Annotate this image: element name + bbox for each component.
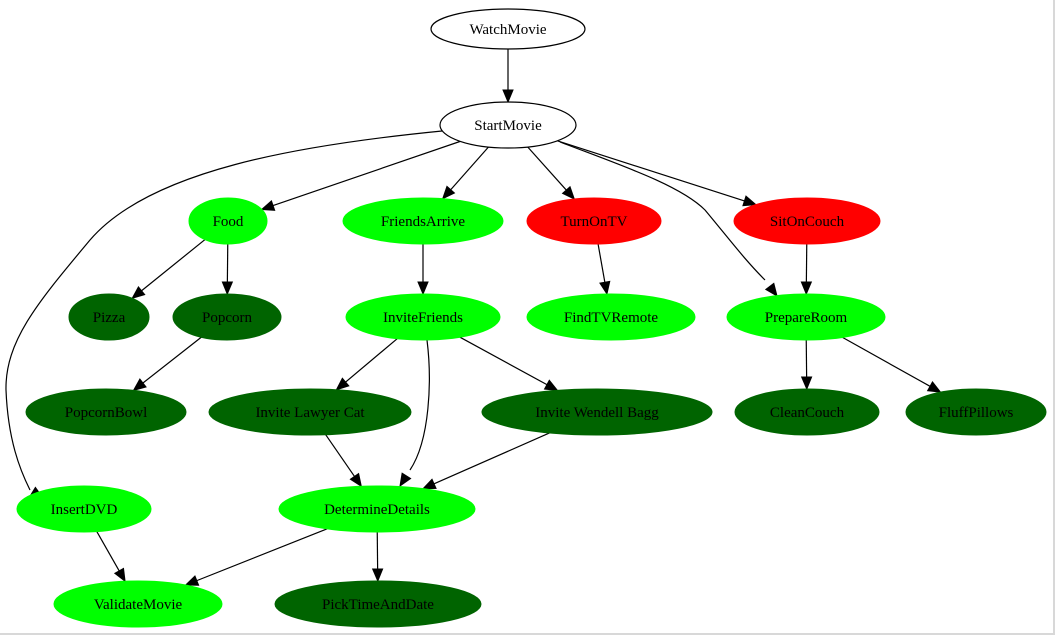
- node-label: PopcornBowl: [65, 405, 148, 421]
- node-invite-wendell-bagg[interactable]: Invite Wendell Bagg: [481, 388, 713, 436]
- node-label: StartMovie: [474, 118, 542, 134]
- node-label: CleanCouch: [770, 405, 845, 421]
- edge-line: [450, 146, 489, 191]
- edge-insert-dvd-to-validate-movie: [96, 531, 126, 583]
- arrowhead: [349, 472, 363, 488]
- node-determine-details[interactable]: DetermineDetails: [278, 485, 476, 533]
- node-label: ValidateMovie: [94, 597, 183, 613]
- edge-start-movie-to-friends-arrive: [441, 146, 489, 200]
- node-label: FriendsArrive: [381, 214, 465, 230]
- node-label: InsertDVD: [51, 502, 118, 518]
- node-label: Pizza: [93, 310, 126, 326]
- node-label: Popcorn: [202, 310, 252, 326]
- arrowhead: [371, 568, 384, 583]
- node-popcorn[interactable]: Popcorn: [172, 293, 282, 341]
- node-invite-lawyer-cat[interactable]: Invite Lawyer Cat: [208, 388, 412, 436]
- node-label: PickTimeAndDate: [322, 597, 434, 613]
- node-label: SitOnCouch: [770, 214, 845, 230]
- edge-line: [459, 336, 548, 386]
- arrowhead: [399, 472, 412, 488]
- node-turn-on-tv[interactable]: TurnOnTV: [526, 197, 662, 245]
- arrowhead: [113, 567, 126, 583]
- edge-line: [325, 434, 355, 477]
- edge-line: [557, 140, 745, 202]
- dependency-graph: WatchMovie StartMovie Food FriendsArrive Tur…: [5, 8, 1047, 628]
- node-label: PrepareRoom: [765, 310, 848, 326]
- edge-line: [345, 338, 398, 383]
- edge-sit-on-couch-to-prepare-room: [800, 243, 813, 296]
- edge-start-movie-to-turn-on-tv: [527, 146, 576, 200]
- node-label: Invite Wendell Bagg: [535, 405, 659, 421]
- edge-determine-details-to-pick-time-and-date: [371, 531, 384, 583]
- node-pizza[interactable]: Pizza: [68, 293, 150, 341]
- node-label: Food: [213, 214, 244, 230]
- edge-popcorn-to-popcorn-bowl: [132, 336, 202, 392]
- arrowhead: [184, 575, 200, 586]
- edge-food-to-pizza: [131, 239, 206, 300]
- arrowhead: [502, 89, 514, 104]
- node-invite-friends[interactable]: InviteFriends: [345, 293, 501, 341]
- arrowhead: [543, 379, 559, 392]
- edge-line: [527, 146, 567, 191]
- arrowhead: [764, 282, 778, 298]
- node-label: DetermineDetails: [324, 502, 430, 518]
- node-find-tvremote[interactable]: FindTVRemote: [526, 293, 696, 341]
- node-prepare-room[interactable]: PrepareRoom: [726, 293, 886, 341]
- arrowhead: [926, 381, 942, 393]
- edge-line: [842, 336, 931, 387]
- edge-start-movie-to-sit-on-couch: [557, 140, 758, 207]
- edge-line: [597, 243, 606, 283]
- edge-line: [409, 339, 430, 471]
- edge-food-to-popcorn: [221, 243, 234, 296]
- node-start-movie[interactable]: StartMovie: [439, 101, 577, 149]
- edge-turn-on-tv-to-find-tvremote: [597, 243, 611, 296]
- node-label: Invite Lawyer Cat: [255, 405, 365, 421]
- node-label: FindTVRemote: [564, 310, 659, 326]
- nodes-layer: WatchMovie StartMovie Food FriendsArrive Tur…: [16, 8, 1047, 628]
- arrowhead: [132, 378, 147, 392]
- node-watch-movie[interactable]: WatchMovie: [430, 8, 586, 50]
- edge-line: [196, 528, 328, 582]
- node-validate-movie[interactable]: ValidateMovie: [53, 580, 223, 628]
- arrowhead: [421, 478, 437, 490]
- arrowhead: [335, 377, 350, 391]
- node-fluff-pillows[interactable]: FluffPillows: [905, 388, 1047, 436]
- arrowhead: [221, 281, 234, 296]
- edge-prepare-room-to-fluff-pillows: [842, 336, 942, 393]
- node-pick-time-and-date[interactable]: PickTimeAndDate: [274, 580, 482, 628]
- node-food[interactable]: Food: [188, 197, 268, 245]
- edge-invite-wendell-bagg-to-determine-details: [421, 432, 550, 490]
- node-label: InviteFriends: [383, 310, 463, 326]
- node-label: FluffPillows: [939, 405, 1014, 421]
- arrowhead: [131, 285, 146, 300]
- node-friends-arrive[interactable]: FriendsArrive: [342, 197, 504, 245]
- node-label: TurnOnTV: [561, 214, 628, 230]
- arrowhead: [599, 280, 611, 296]
- edge-invite-lawyer-cat-to-determine-details: [325, 434, 363, 488]
- arrowhead: [800, 281, 813, 296]
- edge-line: [433, 432, 550, 485]
- edge-determine-details-to-validate-movie: [184, 528, 328, 586]
- edge-watch-movie-to-start-movie: [502, 49, 514, 104]
- edge-line: [272, 140, 461, 207]
- arrowhead: [417, 281, 429, 296]
- node-label: WatchMovie: [469, 22, 546, 38]
- edge-invite-friends-to-invite-wendell-bagg: [459, 336, 559, 392]
- node-clean-couch[interactable]: CleanCouch: [734, 388, 880, 436]
- edge-prepare-room-to-clean-couch: [800, 339, 813, 391]
- node-sit-on-couch[interactable]: SitOnCouch: [733, 197, 881, 245]
- edge-invite-friends-to-invite-lawyer-cat: [335, 338, 398, 391]
- arrowhead: [260, 199, 276, 211]
- node-popcorn-bowl[interactable]: PopcornBowl: [25, 388, 187, 436]
- node-insert-dvd[interactable]: InsertDVD: [16, 485, 152, 533]
- edge-line: [142, 336, 202, 384]
- arrowhead: [742, 195, 758, 207]
- edge-line: [141, 239, 206, 292]
- edge-line: [96, 531, 120, 572]
- edge-friends-arrive-to-invite-friends: [417, 244, 429, 296]
- graph-canvas: WatchMovie StartMovie Food FriendsArrive Tur…: [0, 0, 1055, 635]
- arrowhead: [800, 376, 813, 391]
